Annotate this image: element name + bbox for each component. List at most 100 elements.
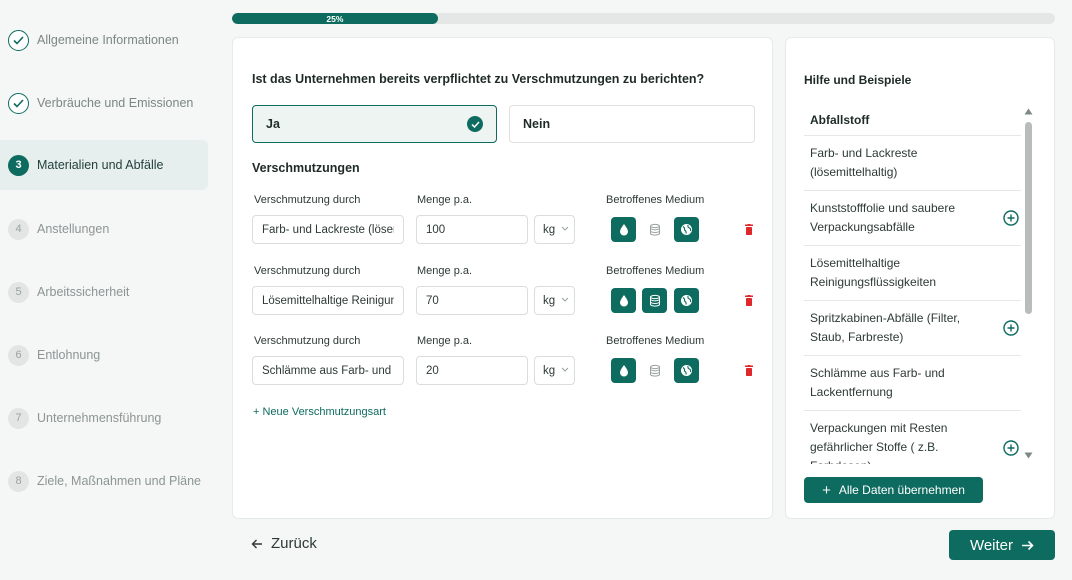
help-list-item: Farb- und Lackreste (lösemittelhaltig) <box>804 136 1021 191</box>
step-label: Entlohnung <box>37 348 101 362</box>
step-allgemeine-informationen[interactable]: Allgemeine Informationen <box>0 15 208 65</box>
option-yes-label: Ja <box>266 117 280 131</box>
globe-icon <box>681 224 692 235</box>
scroll-up-arrow-icon[interactable] <box>1024 108 1033 115</box>
air-medium-toggle[interactable] <box>674 217 699 242</box>
unit-select[interactable]: kg <box>534 356 575 385</box>
amount-input[interactable] <box>416 215 528 244</box>
help-list-scrollbar[interactable] <box>1025 122 1032 314</box>
help-list-item: Schlämme aus Farb- und Lackentfernung <box>804 356 1021 411</box>
help-item-text: Spritzkabinen-Abfälle (Filter, Staub, Fa… <box>810 311 961 344</box>
help-title: Hilfe und Beispiele <box>804 73 912 87</box>
help-item-text: Verpackungen mit Resten gefährlicher Sto… <box>810 421 948 464</box>
delete-trash-icon[interactable] <box>744 224 754 236</box>
scroll-down-arrow-icon[interactable] <box>1024 452 1033 459</box>
delete-trash-icon[interactable] <box>744 295 754 307</box>
arrow-right-icon <box>1022 540 1034 550</box>
plus-icon: + <box>822 481 831 499</box>
step-number: 5 <box>8 281 29 303</box>
pollution-source-input[interactable] <box>252 215 404 244</box>
amount-label: Menge p.a. <box>417 194 473 206</box>
help-examples-card: Hilfe und Beispiele Abfallstoff Farb- un… <box>785 37 1055 519</box>
step-label: Materialien und Abfälle <box>37 158 164 172</box>
step-number: 6 <box>8 344 29 366</box>
add-circle-icon[interactable] <box>1003 210 1019 226</box>
amount-input[interactable] <box>416 356 528 385</box>
step-number: 8 <box>8 470 29 492</box>
step-check-icon <box>8 29 29 51</box>
water-medium-toggle[interactable] <box>611 217 636 242</box>
step-entlohnung[interactable]: 6 Entlohnung <box>0 330 208 380</box>
pollution-source-input[interactable] <box>252 356 404 385</box>
step-arbeitssicherheit[interactable]: 5 Arbeitssicherheit <box>0 267 208 317</box>
unit-value: kg <box>543 223 556 236</box>
soil-layers-icon <box>649 223 660 236</box>
apply-all-data-button[interactable]: + Alle Daten übernehmen <box>804 477 983 503</box>
help-list-header: Abfallstoff <box>804 104 1021 136</box>
add-pollution-type-link[interactable]: + Neue Verschmutzungsart <box>253 406 386 418</box>
amount-label: Menge p.a. <box>417 335 473 347</box>
step-ziele-massnahmen-und-plaene[interactable]: 8 Ziele, Maßnahmen und Pläne <box>0 456 208 506</box>
chevron-down-icon <box>561 226 569 231</box>
medium-label: Betroffenes Medium <box>606 194 705 206</box>
help-examples-list: Abfallstoff Farb- und Lackreste (lösemit… <box>804 104 1021 464</box>
medium-label: Betroffenes Medium <box>606 265 705 277</box>
add-circle-icon[interactable] <box>1003 320 1019 336</box>
help-list-item: Kunststofffolie und saubere Verpackungsa… <box>804 191 1021 246</box>
step-verbraeuche-und-emissionen[interactable]: Verbräuche und Emissionen <box>0 78 208 128</box>
help-item-text: Kunststofffolie und saubere Verpackungsa… <box>810 201 955 234</box>
step-materialien-und-abfaelle[interactable]: 3 Materialien und Abfälle <box>0 140 208 190</box>
unit-select[interactable]: kg <box>534 286 575 315</box>
air-medium-toggle[interactable] <box>674 288 699 313</box>
soil-medium-toggle[interactable] <box>642 217 667 242</box>
step-label: Verbräuche und Emissionen <box>37 96 194 110</box>
help-list-item: Lösemittelhaltige Reinigungsflüssigkeite… <box>804 246 1021 301</box>
step-sidebar: Allgemeine Informationen Verbräuche und … <box>0 0 210 580</box>
next-button[interactable]: Weiter <box>949 530 1055 560</box>
back-button[interactable]: Zurück <box>251 535 317 552</box>
step-label: Ziele, Maßnahmen und Pläne <box>37 474 201 488</box>
unit-select[interactable]: kg <box>534 215 575 244</box>
reporting-question: Ist das Unternehmen bereits verpflichtet… <box>252 72 705 86</box>
help-item-text: Farb- und Lackreste (lösemittelhaltig) <box>810 146 918 179</box>
progress-fill: 25% <box>232 13 438 24</box>
step-number: 4 <box>8 218 29 240</box>
water-medium-toggle[interactable] <box>611 358 636 383</box>
pollution-source-input[interactable] <box>252 286 404 315</box>
soil-medium-toggle[interactable] <box>642 358 667 383</box>
water-drop-icon <box>619 224 628 236</box>
amount-input[interactable] <box>416 286 528 315</box>
step-label: Arbeitssicherheit <box>37 285 130 299</box>
medium-label: Betroffenes Medium <box>606 335 705 347</box>
air-medium-toggle[interactable] <box>674 358 699 383</box>
water-medium-toggle[interactable] <box>611 288 636 313</box>
option-no-label: Nein <box>523 117 551 131</box>
water-drop-icon <box>619 365 628 377</box>
option-yes[interactable]: Ja <box>252 105 497 143</box>
step-anstellungen[interactable]: 4 Anstellungen <box>0 204 208 254</box>
step-unternehmensfuehrung[interactable]: 7 Unternehmensführung <box>0 393 208 443</box>
step-check-icon <box>8 92 29 114</box>
option-no[interactable]: Nein <box>509 105 755 143</box>
delete-trash-icon[interactable] <box>744 365 754 377</box>
help-item-text: Schlämme aus Farb- und Lackentfernung <box>810 366 945 399</box>
next-label: Weiter <box>969 536 1014 554</box>
soil-medium-toggle[interactable] <box>642 288 667 313</box>
help-list-item: Verpackungen mit Resten gefährlicher Sto… <box>804 411 1021 464</box>
amount-label: Menge p.a. <box>417 265 473 277</box>
help-list-item: Spritzkabinen-Abfälle (Filter, Staub, Fa… <box>804 301 1021 356</box>
soil-layers-icon <box>649 364 660 377</box>
step-number: 3 <box>8 154 29 176</box>
step-label: Anstellungen <box>37 222 110 236</box>
step-label: Unternehmensführung <box>37 411 162 425</box>
pollution-section-title: Verschmutzungen <box>252 161 360 175</box>
pollution-form-card: Ist das Unternehmen bereits verpflichtet… <box>232 37 773 519</box>
back-label: Zurück <box>271 535 317 552</box>
apply-all-label: Alle Daten übernehmen <box>838 483 965 497</box>
arrow-left-icon <box>251 539 262 548</box>
source-label: Verschmutzung durch <box>254 265 361 277</box>
chevron-down-icon <box>561 367 569 372</box>
globe-icon <box>681 365 692 376</box>
chevron-down-icon <box>561 297 569 302</box>
add-circle-icon[interactable] <box>1003 439 1019 456</box>
